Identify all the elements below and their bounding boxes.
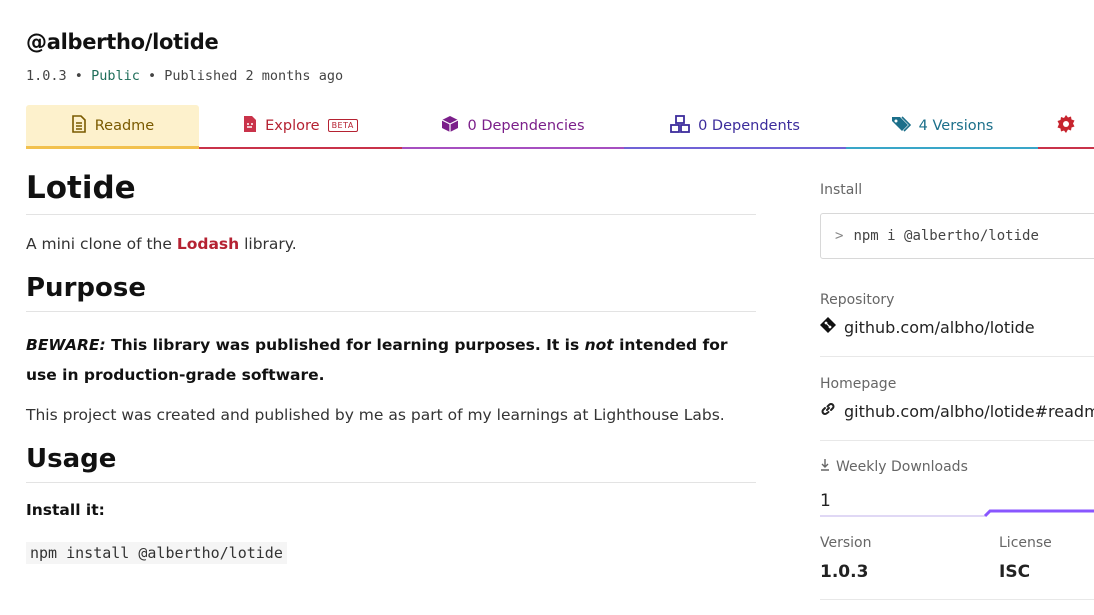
tab-explore[interactable]: Explore BETA [199,105,402,149]
tab-dependencies[interactable]: 0 Dependencies [402,105,624,149]
package-title: @albertho/lotide [26,30,219,54]
version-value: 1.0.3 [820,562,869,582]
lodash-link[interactable]: Lodash [177,235,239,253]
tab-underline [624,147,846,149]
homepage-link[interactable]: github.com/albho/lotide#readme [820,401,1094,421]
homepage-value: github.com/albho/lotide#readme [844,401,1094,421]
prompt-icon: > [835,228,844,244]
tab-underline [846,147,1038,149]
version-label: Version [820,535,872,551]
tab-readme-label: Readme [94,117,155,134]
readme-intro: A mini clone of the Lodash library. [26,235,756,253]
license-value: ISC [999,562,1031,582]
repository-value: github.com/albho/lotide [844,317,1035,337]
meta-separator: • [74,68,83,84]
published-date: Published 2 months ago [164,68,344,84]
package-tabs: Readme Explore BETA 0 Dependencies 0 Dep… [26,105,1094,149]
downloads-sparkline [820,509,1094,518]
tab-dependents-label: 0 Dependents [698,117,800,134]
git-icon [820,317,836,337]
tab-explore-label: Explore [265,117,320,134]
usage-heading: Usage [26,442,756,483]
beware-text: This library was published for learning … [105,336,585,354]
tab-dependencies-label: 0 Dependencies [467,117,585,134]
install-label: Install it: [26,500,105,519]
sidebar-divider [820,356,1094,357]
tab-settings[interactable] [1038,105,1094,149]
install-code: npm install @albertho/lotide [26,541,287,564]
project-paragraph: This project was created and published b… [26,405,725,424]
install-label-side: Install [820,182,863,198]
repository-link[interactable]: github.com/albho/lotide [820,317,1035,337]
box-icon [441,115,459,137]
boxes-icon [670,114,690,137]
readme-title: Lotide [26,168,756,215]
sidebar-divider [820,440,1094,441]
file-code-icon [243,115,257,137]
package-meta: 1.0.3 • Public • Published 2 months ago [26,68,343,84]
meta-separator: • [147,68,157,84]
tab-underline [26,146,199,149]
download-icon [820,459,830,475]
tab-dependents[interactable]: 0 Dependents [624,105,846,149]
tab-readme[interactable]: Readme [26,105,199,149]
tags-icon [891,115,911,136]
homepage-label: Homepage [820,376,897,392]
repository-label: Repository [820,292,895,308]
install-command: npm i @albertho/lotide [853,228,1039,244]
intro-text: A mini clone of the [26,235,177,253]
link-icon [820,401,836,421]
purpose-heading: Purpose [26,271,756,312]
tab-versions[interactable]: 4 Versions [846,105,1038,149]
beware-label: BEWARE: [26,336,106,354]
downloads-label: Weekly Downloads [836,459,968,475]
license-label: License [999,535,1052,551]
tab-versions-label: 4 Versions [918,117,994,134]
gear-icon [1056,114,1076,138]
install-command-box[interactable]: > npm i @albertho/lotide [820,213,1094,259]
visibility-badge: Public [91,68,140,84]
sidebar-divider [820,599,1094,600]
beware-paragraph: BEWARE: This library was published for l… [26,330,756,390]
beware-not: not [584,336,614,354]
downloads-label-row: Weekly Downloads [820,459,968,475]
readme-content: Lotide A mini clone of the Lodash librar… [26,168,756,578]
intro-text-end: library. [239,235,297,253]
document-icon [71,114,87,137]
package-version: 1.0.3 [26,68,67,84]
tab-underline [402,147,624,149]
beta-badge: BETA [327,119,358,132]
tab-underline [1038,147,1094,149]
tab-underline [199,147,402,149]
